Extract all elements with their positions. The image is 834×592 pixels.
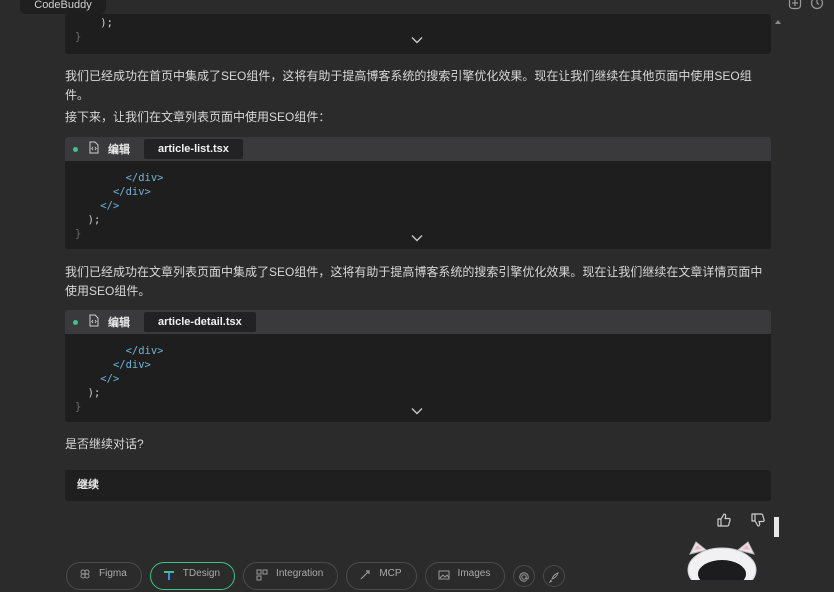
- chevron-down-icon[interactable]: [411, 232, 423, 246]
- code-line: );: [75, 214, 101, 226]
- mascot-image: [680, 540, 764, 592]
- chevron-down-icon[interactable]: [411, 34, 423, 48]
- thumbs-up-icon[interactable]: [716, 512, 732, 533]
- chip-figma[interactable]: Figma: [66, 562, 142, 590]
- code-block-3: 编辑 article-detail.tsx </div> </div> </> …: [65, 310, 771, 422]
- launch-button[interactable]: [543, 565, 566, 587]
- assistant-message: 我们已经成功在首页中集成了SEO组件，这将有助于提高博客系统的搜索引擎优化效果。…: [65, 69, 752, 102]
- code-line: }: [75, 228, 82, 240]
- chip-mcp[interactable]: MCP: [346, 562, 417, 590]
- code-line: </div>: [112, 186, 151, 198]
- history-icon[interactable]: [810, 0, 824, 10]
- edit-label: 编辑: [108, 144, 130, 156]
- chip-images[interactable]: Images: [424, 562, 506, 590]
- code-line: </div>: [125, 345, 164, 357]
- code-line: }: [75, 401, 82, 413]
- code-line: </div>: [125, 172, 164, 184]
- at-mention-button[interactable]: [513, 565, 536, 587]
- status-dot-icon: [73, 319, 78, 325]
- file-name-tab[interactable]: article-detail.tsx: [144, 312, 256, 332]
- chip-tdesign[interactable]: TDesign: [149, 562, 236, 590]
- scrollbar[interactable]: [772, 14, 784, 534]
- edit-label: 编辑: [108, 317, 130, 329]
- chip-integration[interactable]: Integration: [243, 562, 339, 590]
- code-block-header: 编辑 article-list.tsx: [65, 137, 771, 161]
- code-line: );: [75, 17, 113, 29]
- tdesign-icon: [163, 563, 175, 590]
- code-block-2: 编辑 article-list.tsx </div> </div> </> );…: [65, 137, 771, 249]
- code-line: </>: [100, 200, 120, 212]
- file-name-tab[interactable]: article-list.tsx: [144, 139, 243, 159]
- top-bar: CodeBuddy: [0, 0, 834, 14]
- code-line: }: [75, 31, 82, 43]
- assistant-message: 接下来，让我们在文章列表页面中使用SEO组件：: [65, 110, 331, 124]
- code-block-header: 编辑 article-detail.tsx: [65, 310, 771, 334]
- code-line: </>: [100, 373, 120, 385]
- at-icon: [518, 566, 530, 592]
- image-icon: [438, 563, 450, 590]
- rocket-icon: [548, 566, 560, 592]
- chevron-down-icon[interactable]: [411, 405, 423, 419]
- continue-button[interactable]: 继续: [65, 470, 771, 501]
- code-file-icon: [88, 314, 108, 330]
- new-chat-icon[interactable]: [788, 0, 802, 10]
- code-line: );: [75, 387, 101, 399]
- status-dot-icon: [73, 146, 78, 152]
- thumbs-down-icon[interactable]: [750, 512, 766, 533]
- code-line: </div>: [112, 359, 151, 371]
- figma-icon: [79, 563, 91, 590]
- code-file-icon: [88, 141, 108, 157]
- context-chips: Figma TDesign Integration MCP Images: [66, 562, 566, 590]
- continue-prompt: 是否继续对话?: [65, 437, 144, 451]
- text-cursor: [774, 517, 779, 537]
- assistant-message: 我们已经成功在文章列表页面中集成了SEO组件，这将有助于提高博客系统的搜索引擎优…: [65, 265, 763, 298]
- scroll-up-icon[interactable]: [775, 20, 781, 24]
- integration-icon: [256, 563, 268, 590]
- code-block-1: ); }: [65, 14, 771, 54]
- app-title-tab[interactable]: CodeBuddy: [20, 0, 106, 14]
- mcp-icon: [359, 563, 371, 590]
